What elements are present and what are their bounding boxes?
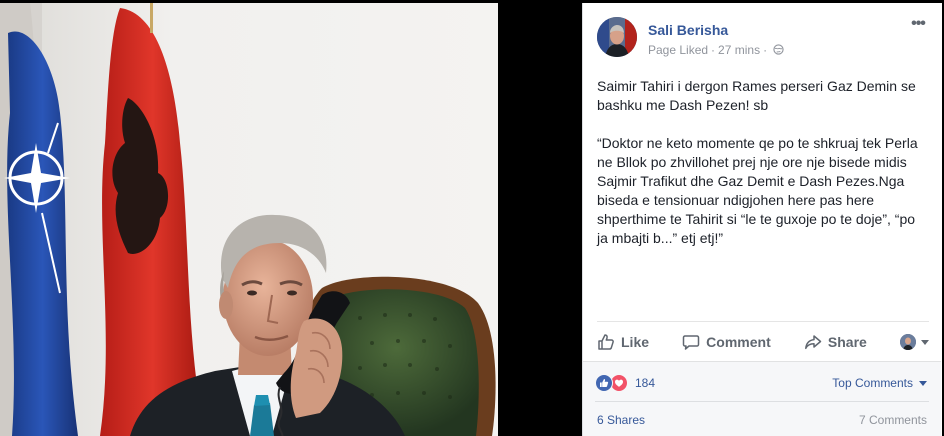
page-avatar[interactable] (597, 17, 637, 57)
reaction-count[interactable]: 184 (635, 376, 655, 390)
comment-label: Comment (706, 334, 771, 350)
photo-viewer: Sali Berisha Page Liked · 27 mins · ••• Sai… (0, 0, 944, 436)
identity-avatar (899, 334, 916, 350)
post-paragraph: “Doktor ne keto momente qe po te shkruaj… (597, 135, 918, 246)
meta-separator-2: · (763, 43, 768, 57)
post-text: Saimir Tahiri i dergon Rames perseri Gaz… (597, 77, 927, 267)
reactions-summary[interactable]: 184 (595, 374, 655, 392)
chevron-down-icon (920, 339, 929, 345)
post-photo[interactable] (0, 3, 498, 436)
thumbs-up-icon (598, 334, 614, 350)
chevron-down-icon (919, 380, 927, 386)
post-meta: Page Liked · 27 mins · (648, 43, 784, 57)
post-header: Sali Berisha Page Liked · 27 mins · ••• (597, 16, 929, 61)
post-summary: 184 Top Comments 6 Shares 7 Comments (583, 361, 941, 436)
avatar-image (597, 17, 637, 57)
like-button[interactable]: Like (597, 333, 649, 351)
summary-divider (595, 401, 929, 402)
heart-glyph (615, 379, 623, 387)
page-author-name[interactable]: Sali Berisha (648, 22, 728, 38)
post-action-bar: Like Comment Share (597, 321, 929, 362)
share-arrow-icon (804, 335, 822, 350)
comment-sort-label: Top Comments (832, 376, 913, 390)
thumbs-up-glyph (600, 379, 609, 387)
like-label: Like (621, 334, 650, 350)
shares-count[interactable]: 6 Shares (597, 413, 645, 427)
share-label: Share (827, 334, 867, 350)
comment-sort-dropdown[interactable]: Top Comments (832, 376, 927, 390)
comment-button[interactable]: Comment (682, 333, 771, 351)
identity-avatar-image (899, 334, 916, 350)
post-paragraph: Saimir Tahiri i dergon Rames perseri Gaz… (597, 78, 916, 113)
globe-icon (773, 44, 784, 55)
meta-separator: · (711, 43, 716, 57)
comments-count[interactable]: 7 Comments (859, 413, 927, 427)
speech-bubble-icon (682, 335, 700, 350)
more-options-button[interactable]: ••• (907, 16, 929, 35)
post-panel: Sali Berisha Page Liked · 27 mins · ••• Sai… (582, 3, 942, 436)
post-as-selector[interactable] (899, 334, 929, 350)
post-timestamp[interactable]: 27 mins (718, 43, 760, 57)
photo-illustration (0, 3, 498, 436)
like-reaction-icon (595, 374, 613, 392)
share-button[interactable]: Share (804, 333, 867, 351)
page-liked-status: Page Liked (648, 43, 709, 57)
